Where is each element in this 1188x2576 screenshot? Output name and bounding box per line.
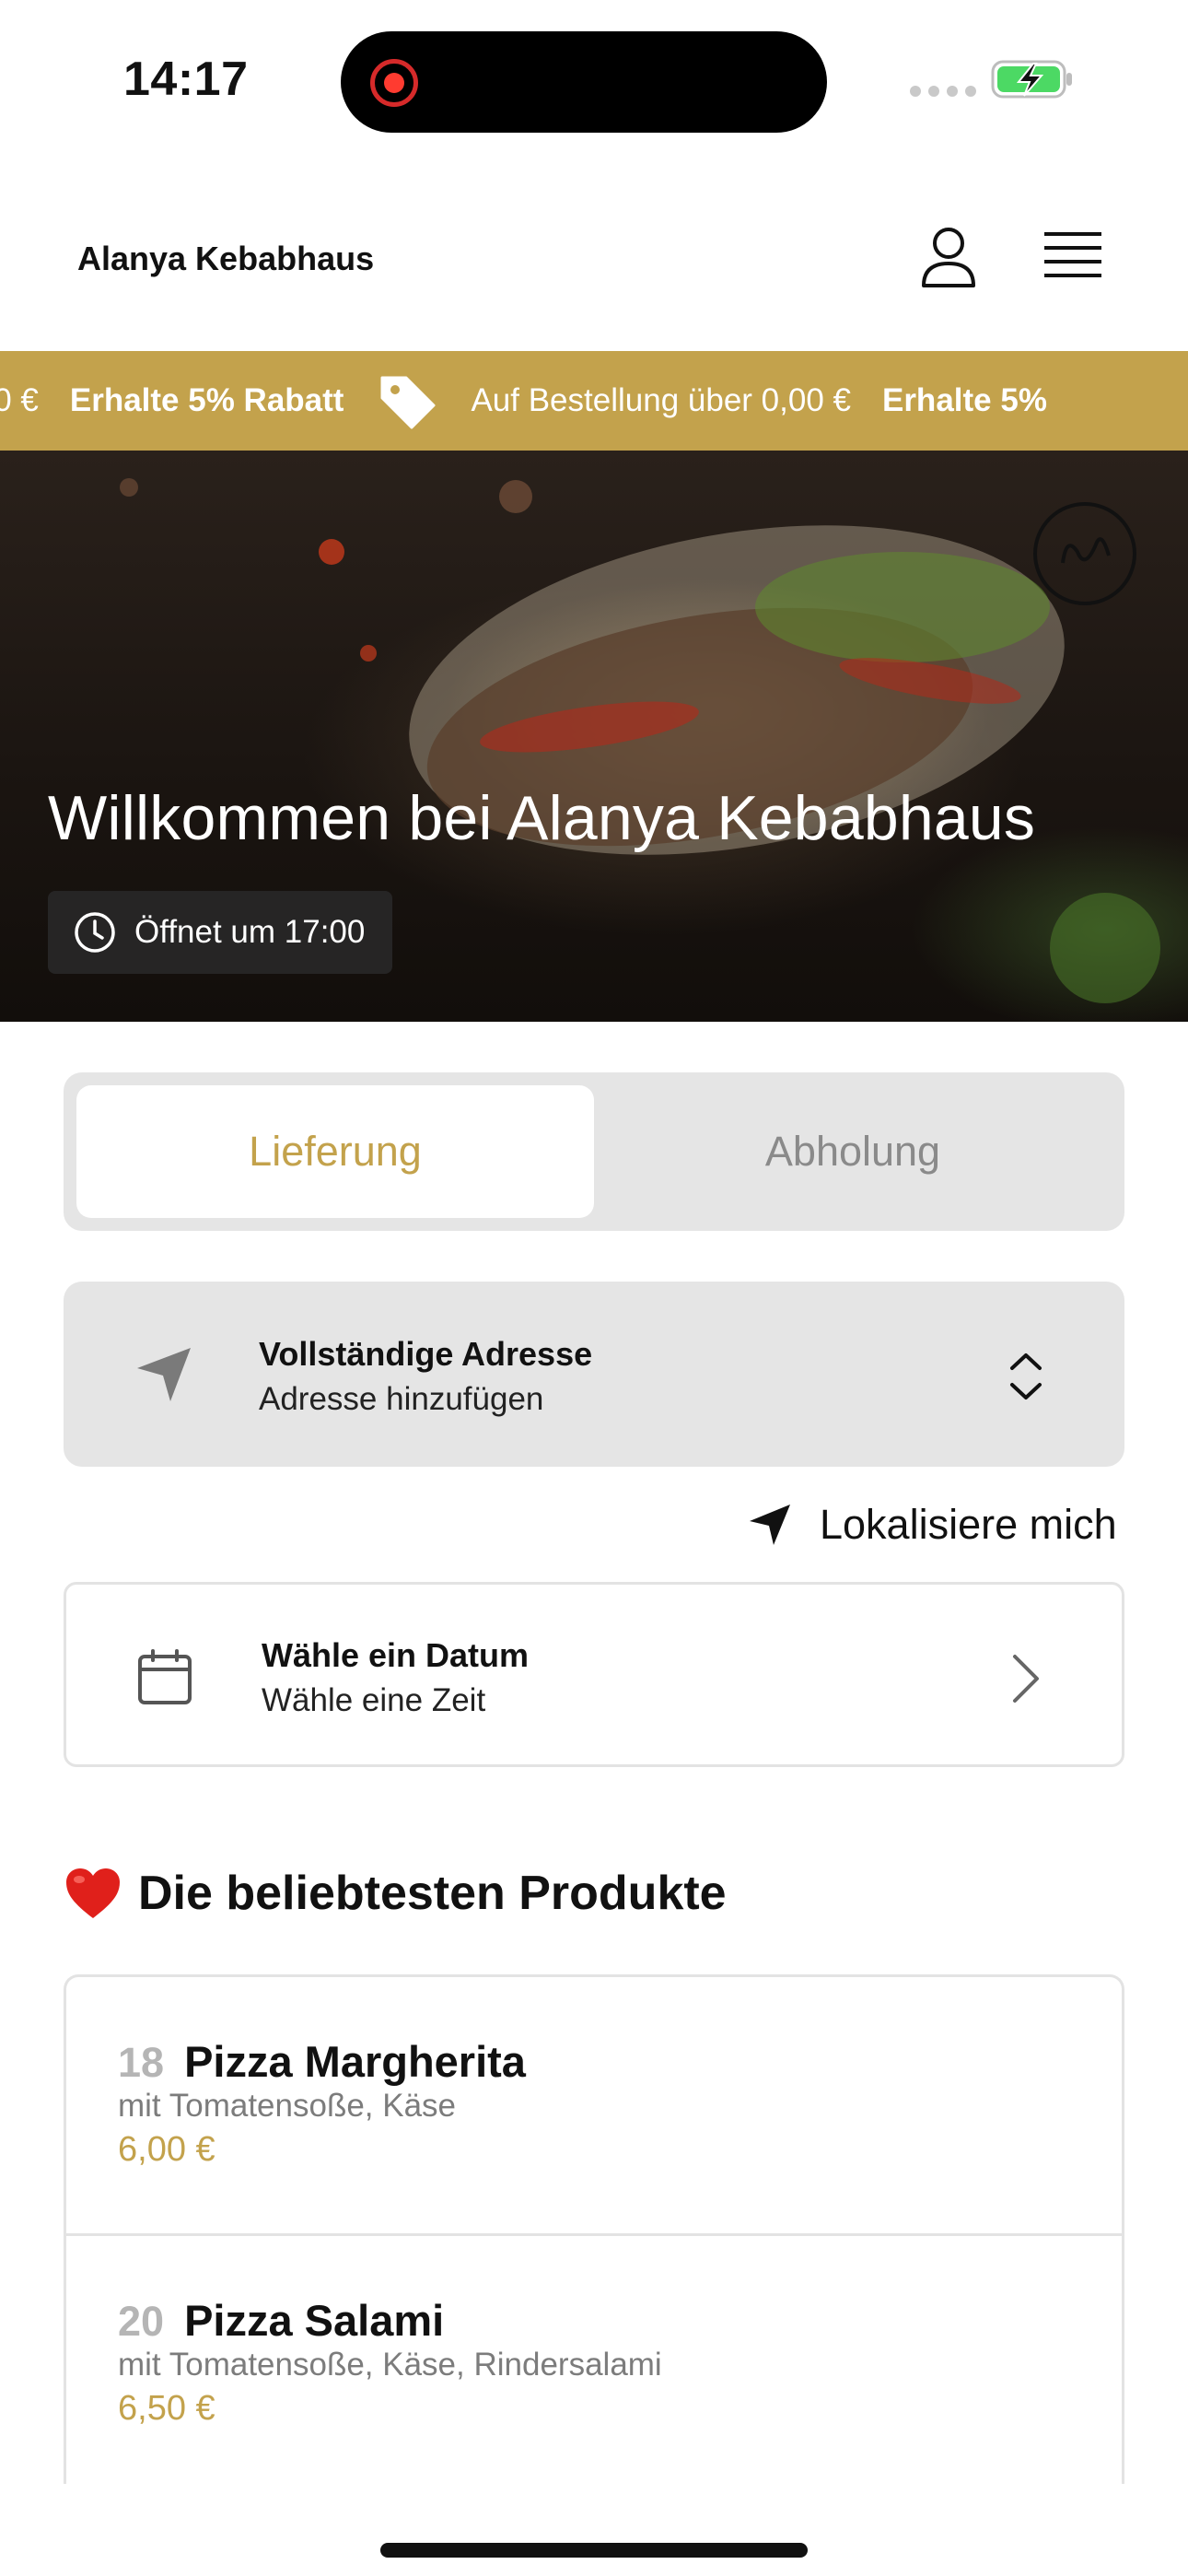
brand-name[interactable]: Alanya Kebabhaus — [77, 240, 374, 278]
popular-title-text: Die beliebtesten Produkte — [138, 1867, 727, 1920]
status-bar: 14:17 — [0, 0, 1188, 157]
navigation-arrow-icon — [137, 1348, 191, 1401]
product-name: Pizza Margherita — [184, 2037, 526, 2086]
promo-discount-repeat: Erhalte 5% — [881, 382, 1047, 418]
app-header: Alanya Kebabhaus — [0, 175, 1188, 350]
address-title: Vollständige Adresse — [259, 1335, 593, 1373]
chevron-right-icon — [1013, 1655, 1039, 1703]
locate-me-button[interactable]: Lokalisiere mich — [748, 1497, 1117, 1552]
record-icon — [370, 59, 418, 107]
menu-icon[interactable] — [1042, 228, 1103, 284]
promo-amount: ,00 € — [0, 382, 39, 418]
heart-icon — [66, 1868, 120, 1918]
time-subtitle: Wähle eine Zeit — [262, 1682, 486, 1718]
status-time: 14:17 — [123, 53, 249, 106]
address-selector[interactable]: Vollständige Adresse Adresse hinzufügen — [64, 1282, 1124, 1467]
home-indicator[interactable] — [380, 2543, 808, 2558]
tab-delivery[interactable]: Lieferung — [76, 1085, 594, 1218]
promo-condition: Auf Bestellung über 0,00 € — [471, 382, 851, 418]
promo-discount: Erhalte 5% Rabatt — [69, 382, 344, 418]
promo-banner: ,00 € Erhalte 5% Rabatt Auf Bestellung ü… — [0, 351, 1188, 451]
chevron-up-down-icon — [1010, 1353, 1042, 1399]
dynamic-island — [341, 31, 827, 133]
locate-me-label: Lokalisiere mich — [820, 1501, 1117, 1548]
tag-icon — [380, 376, 436, 429]
section-title-popular: Die beliebtesten Produkte — [64, 1866, 727, 1921]
order-mode-toggle: Lieferung Abholung — [64, 1072, 1124, 1231]
product-list: 18 Pizza Margherita mit Tomatensoße, Käs… — [64, 1974, 1124, 2484]
opening-time: Öffnet um 17:00 — [134, 914, 366, 950]
halal-logo — [1033, 502, 1136, 605]
opening-badge: Öffnet um 17:00 — [48, 891, 393, 974]
schedule-selector[interactable]: Wähle ein Datum Wähle eine Zeit — [64, 1582, 1124, 1767]
date-title: Wähle ein Datum — [262, 1636, 530, 1674]
product-price: 6,50 € — [118, 2389, 215, 2428]
product-item[interactable]: 20 Pizza Salami mit Tomatensoße, Käse, R… — [66, 2236, 1122, 2484]
calendar-icon — [138, 1649, 192, 1704]
address-subtitle: Adresse hinzufügen — [259, 1381, 544, 1417]
location-arrow-icon — [750, 1505, 790, 1545]
user-icon[interactable] — [915, 223, 982, 289]
product-number: 20 — [118, 2298, 165, 2345]
clock-icon — [75, 912, 115, 953]
product-price: 6,00 € — [118, 2130, 215, 2169]
hero-title: Willkommen bei Alanya Kebabhaus — [48, 783, 1036, 853]
product-name: Pizza Salami — [184, 2296, 445, 2345]
tab-pickup[interactable]: Abholung — [594, 1085, 1112, 1218]
signal-icon — [910, 86, 976, 97]
promo-track: ,00 € Erhalte 5% Rabatt Auf Bestellung ü… — [0, 351, 1078, 451]
battery-charging-icon — [991, 60, 1072, 99]
hero-banner: Willkommen bei Alanya Kebabhaus Öffnet u… — [0, 451, 1188, 1022]
product-item[interactable]: 18 Pizza Margherita mit Tomatensoße, Käs… — [66, 1977, 1122, 2236]
product-number: 18 — [118, 2039, 165, 2086]
product-description: mit Tomatensoße, Käse — [118, 2088, 457, 2124]
product-description: mit Tomatensoße, Käse, Rindersalami — [118, 2347, 662, 2383]
